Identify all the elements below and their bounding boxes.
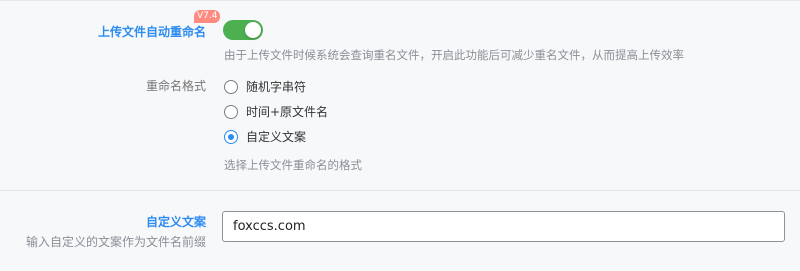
version-badge: V7.4 <box>194 10 221 23</box>
auto-rename-toggle[interactable] <box>223 20 263 40</box>
radio-label: 随机字串符 <box>246 80 307 94</box>
radio-button-random-string[interactable] <box>224 79 238 94</box>
toggle-knob <box>245 22 261 38</box>
radio-button-time-filename[interactable] <box>224 104 238 119</box>
radio-button-custom-text[interactable] <box>224 129 238 144</box>
custom-text-label: 自定义文案 <box>145 215 206 229</box>
radio-option-custom-text[interactable]: 自定义文案 <box>224 128 306 145</box>
rename-format-help: 选择上传文件重命名的格式 <box>224 158 362 172</box>
radio-option-time-filename[interactable]: 时间+原文件名 <box>224 103 328 120</box>
custom-text-input[interactable] <box>222 211 785 242</box>
radio-label: 自定义文案 <box>246 130 307 144</box>
custom-text-sublabel: 输入自定义的文案作为文件名前缀 <box>25 235 206 249</box>
auto-rename-help: 由于上传文件时候系统会查询重名文件，开启此功能后可减少重名文件，从而提高上传效率 <box>224 48 684 62</box>
radio-label: 时间+原文件名 <box>246 105 329 119</box>
radio-option-random-string[interactable]: 随机字串符 <box>224 78 306 95</box>
auto-rename-label: 上传文件自动重命名 <box>97 25 206 39</box>
rename-format-label: 重命名格式 <box>145 79 206 93</box>
